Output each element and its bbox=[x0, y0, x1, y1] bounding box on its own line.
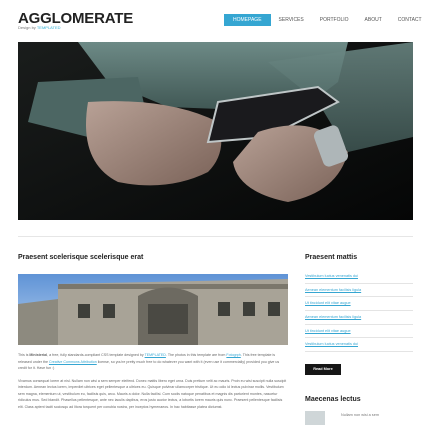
templated-link[interactable]: TEMPLATED bbox=[145, 353, 166, 357]
sidebar-link[interactable]: Vestibulum luctus venenatis dui bbox=[305, 270, 413, 284]
nav-item-homepage[interactable]: HOMEPAGE bbox=[224, 14, 271, 26]
tagline-credit-link[interactable]: TEMPLATED bbox=[37, 25, 61, 30]
post-paragraph-2: Vivamus consequat lorem at nisl. Nullam … bbox=[18, 378, 287, 409]
p1-text-a: This is bbox=[18, 353, 30, 357]
post-title[interactable]: Praesent scelerisque scelerisque erat bbox=[18, 254, 143, 261]
sidebar-link[interactable]: Ut tincidunt elit vitae augue bbox=[305, 297, 413, 312]
sidebar-title-2: Maecenas lectus bbox=[305, 396, 361, 403]
sidebar-link[interactable]: Aenean elementum facilisis ligula bbox=[305, 284, 413, 298]
read-more-button[interactable]: Read More bbox=[305, 364, 341, 375]
building-photo bbox=[18, 274, 288, 345]
nav-item-services[interactable]: SERVICES bbox=[271, 14, 312, 26]
sidebar-link[interactable]: Vestibulum luctus venenatis dui bbox=[305, 338, 413, 353]
tagline-prefix: Design by bbox=[18, 25, 36, 30]
p1-text-c: . The photos in this template are from bbox=[165, 353, 227, 357]
post-image bbox=[18, 274, 288, 345]
nav-item-contact[interactable]: CONTACT bbox=[390, 14, 425, 26]
p1-bold: Ministerial bbox=[29, 353, 48, 357]
hero-image bbox=[18, 42, 413, 220]
site-tagline: Design by TEMPLATED bbox=[18, 25, 61, 30]
section-divider bbox=[18, 236, 413, 237]
sidebar-link[interactable]: Aenean elementum facilisis ligula bbox=[305, 311, 413, 325]
nav-item-portfolio[interactable]: PORTFOLIO bbox=[312, 14, 357, 26]
sidebar-link-list: Vestibulum luctus venenatis dui Aenean e… bbox=[305, 270, 413, 353]
sidebar-link[interactable]: Ut tincidunt elit vitae augue bbox=[305, 325, 413, 339]
post-paragraph-1: This is Ministerial, a free, fully stand… bbox=[18, 352, 288, 372]
post-body: This is Ministerial, a free, fully stand… bbox=[18, 352, 288, 416]
license-link[interactable]: Creative Commons Attribution bbox=[49, 360, 97, 364]
hero-photo-hands-phone bbox=[18, 42, 413, 220]
p1-text-b: , a free, fully standards-compliant CSS … bbox=[47, 353, 145, 357]
main-navigation: HOMEPAGE SERVICES PORTFOLIO ABOUT CONTAC… bbox=[224, 14, 425, 26]
fotogrph-link[interactable]: Fotogrph bbox=[226, 353, 240, 357]
sidebar-thumbnail bbox=[305, 411, 325, 425]
sidebar-title: Praesent mattis bbox=[305, 254, 358, 261]
sidebar-snippet: Nullam non wisi a sem bbox=[341, 413, 379, 417]
nav-item-about[interactable]: ABOUT bbox=[357, 14, 390, 26]
